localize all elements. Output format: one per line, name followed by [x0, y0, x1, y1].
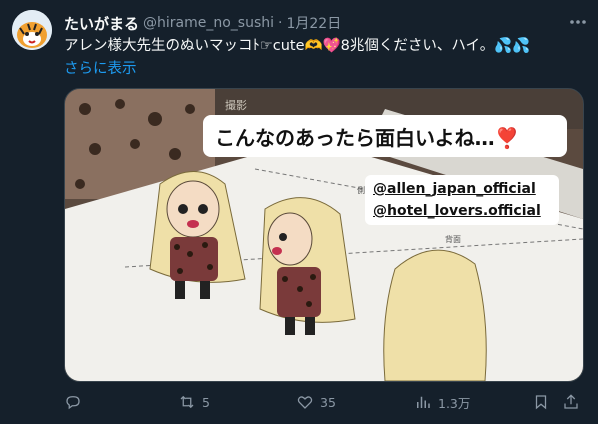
user-handle[interactable]: @hirame_no_sushi	[143, 15, 274, 31]
share-icon	[564, 394, 578, 409]
paper-label-top: 撮影	[225, 99, 247, 112]
like-icon	[297, 396, 313, 409]
avatar[interactable]	[12, 10, 52, 50]
share-button[interactable]	[562, 392, 580, 412]
like-button[interactable]: 35	[296, 392, 336, 412]
retweet-count: 5	[202, 394, 210, 410]
view-count: 1.3万	[438, 395, 471, 411]
retweet-icon	[180, 395, 194, 409]
views-button[interactable]: 1.3万	[414, 392, 470, 412]
overlay-tag: @allen_japan_official	[373, 181, 536, 197]
bookmark-icon	[535, 395, 547, 410]
image-overlay-caption: こんなのあったら面白いよね…❣️	[203, 115, 567, 157]
tweet-actions: 5 35 1.3万	[64, 392, 582, 414]
more-icon[interactable]	[568, 14, 588, 30]
retweet-button[interactable]: 5	[178, 392, 210, 412]
tweet[interactable]: たいがまる @hirame_no_sushi · 1月22日 アレン様大先生のぬ…	[0, 0, 598, 424]
reply-icon	[66, 396, 80, 410]
reply-button[interactable]	[64, 392, 82, 412]
tweet-image[interactable]: 撮影 側面 背面 こんなのあったら面白いよね…❣️ @allen_japan_o…	[64, 88, 584, 382]
show-more-link[interactable]: さらに表示	[64, 57, 137, 78]
image-overlay-tags: @allen_japan_official @hotel_lovers.offi…	[365, 175, 559, 225]
views-icon	[417, 396, 430, 408]
timestamp[interactable]: 1月22日	[286, 13, 341, 33]
bookmark-button[interactable]	[532, 392, 550, 412]
like-count: 35	[320, 394, 336, 410]
tweet-header: たいがまる @hirame_no_sushi · 1月22日	[64, 12, 586, 34]
overlay-tag: @hotel_lovers.official	[373, 203, 541, 219]
tweet-text: アレン様大先生のぬいマッコﾄ☞cute🫶💖8兆個ください、ハイ。💦💦	[64, 38, 531, 54]
paper-label-back: 背面	[445, 235, 461, 244]
separator: ·	[278, 15, 283, 31]
display-name[interactable]: たいがまる	[64, 13, 139, 34]
